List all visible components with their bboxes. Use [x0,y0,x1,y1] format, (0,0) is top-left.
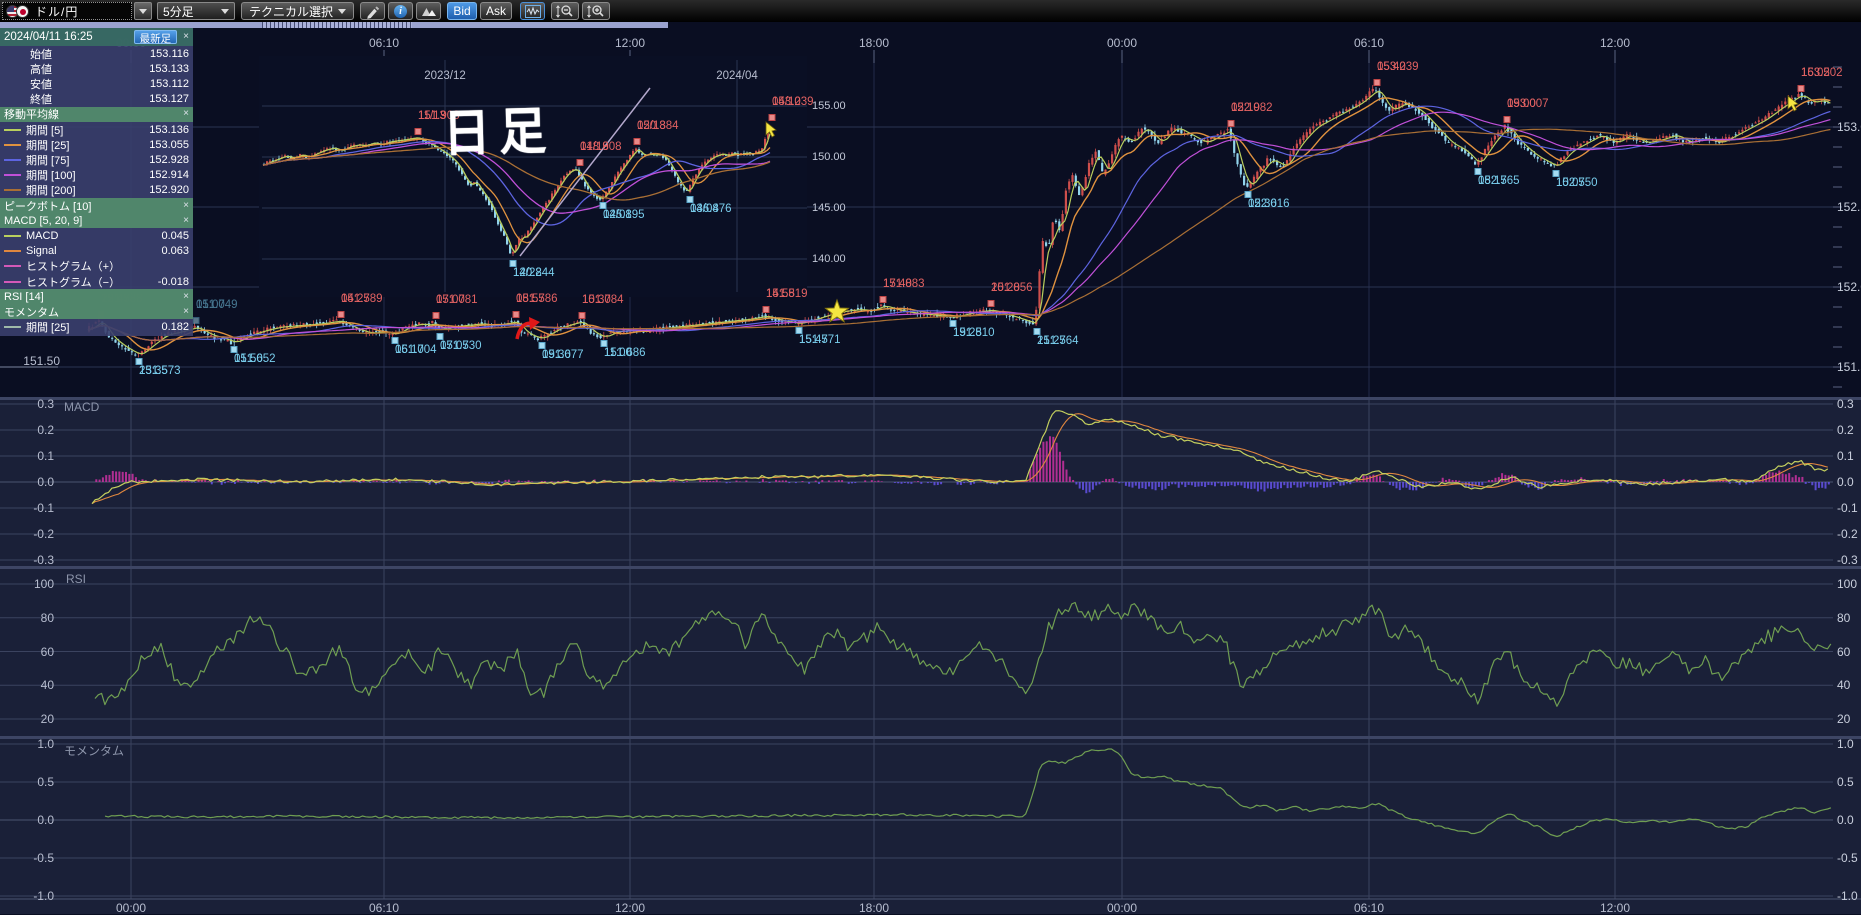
chevron-down-icon [221,9,229,14]
info-button[interactable]: i [388,2,413,20]
timeframe-selector[interactable]: 5分足 [157,2,235,20]
indicator-value: 153.055 [149,139,189,151]
line-color-swatch [4,159,21,161]
indicator-label: 期間 [100] [26,167,149,183]
technical-select-button[interactable]: テクニカル選択 [241,2,354,20]
indicator-value-row: Signal0.063 [0,244,193,259]
indicator-value-row: MACD0.045 [0,228,193,243]
indicator-label: 期間 [25] [26,137,149,153]
indicator-info-panel: 2024/04/11 16:25 最新足 × 始値153.116高値153.13… [0,28,193,336]
indicator-value-row: ヒストグラム（+） [0,259,193,274]
pair-dropdown-button[interactable] [134,2,152,20]
close-icon[interactable]: × [183,109,189,119]
chevron-down-icon [139,9,147,14]
info-icon: i [394,5,407,18]
indicator-label: 移動平均線 [4,106,177,122]
indicator-value: 0.045 [161,230,189,242]
indicator-value-row: 高値153.133 [0,61,193,76]
indicator-label: 安値 [4,76,150,92]
close-icon[interactable]: × [183,216,189,226]
indicator-value: 153.116 [150,48,189,60]
line-color-swatch [4,281,21,283]
indicator-section-header: ピークボトム [10] × [0,198,193,213]
indicator-label: 高値 [4,61,149,77]
indicator-value-row: 終値153.127 [0,92,193,107]
indicator-label: 期間 [25] [26,319,161,335]
line-color-swatch [4,174,21,176]
indicator-label: MACD [26,230,161,242]
indicator-section-header: MACD [5, 20, 9] × [0,213,193,228]
indicator-value-row: 始値153.116 [0,46,193,61]
zoom-in-icon [586,4,606,19]
line-color-swatch [4,326,21,328]
zoom-out-button[interactable] [551,2,579,20]
indicator-label: ピークボトム [10] [4,198,177,214]
oscillator-window-button[interactable] [520,2,545,20]
info-panel-header: 2024/04/11 16:25 最新足 × [0,28,193,46]
draw-tool-button[interactable] [360,2,385,20]
indicator-value-row: 期間 [200]152.920 [0,183,193,198]
indicator-label: MACD [5, 20, 9] [4,215,177,227]
indicator-label: Signal [26,245,161,257]
indicator-value: 152.914 [149,169,189,181]
chart-scrollbar[interactable] [0,22,668,28]
latest-candle-button[interactable]: 最新足 [134,30,178,44]
line-color-swatch [4,235,21,237]
scrollbar-thumb[interactable] [262,22,412,28]
toolbar: ドル/円 5分足 テクニカル選択 i Bid Ask [0,0,1861,22]
indicator-value-row: 期間 [25]153.055 [0,137,193,152]
indicator-value-row: 安値153.112 [0,76,193,91]
indicator-value-row: 期間 [25]0.182 [0,320,193,335]
datetime-label: 2024/04/11 16:25 [4,31,126,43]
line-color-swatch [4,189,21,191]
zoom-out-icon [555,4,575,19]
close-icon[interactable]: × [183,32,189,42]
indicator-value-row: 期間 [100]152.914 [0,168,193,183]
chart-type-button[interactable] [416,2,441,20]
indicator-label: ヒストグラム（−） [26,274,158,290]
chart-canvas [0,0,1861,914]
indicator-section-header: 移動平均線 × [0,107,193,122]
zoom-in-button[interactable] [582,2,610,20]
line-color-swatch [4,129,21,131]
currency-pair-selector[interactable]: ドル/円 [2,2,132,20]
indicator-value: 153.133 [149,63,189,75]
line-color-swatch [4,144,21,146]
indicator-label: ヒストグラム（+） [26,258,189,274]
indicator-label: 期間 [200] [26,182,149,198]
close-icon[interactable]: × [183,201,189,211]
indicator-label: 期間 [75] [26,152,149,168]
indicator-value: -0.018 [158,276,189,288]
indicator-value: 153.136 [149,124,189,136]
indicator-value: 152.928 [149,154,189,166]
mountain-icon [421,4,437,18]
indicator-label: 始値 [4,46,150,62]
pencil-icon [365,4,380,19]
ask-button[interactable]: Ask [480,2,512,20]
indicator-label: RSI [14] [4,291,177,303]
line-color-swatch [4,250,21,252]
currency-pair-label: ドル/円 [35,3,78,20]
indicator-label: 終値 [4,91,149,107]
indicator-value: 153.112 [150,78,189,90]
indicator-value-row: ヒストグラム（−）-0.018 [0,274,193,289]
close-icon[interactable]: × [183,307,189,317]
close-icon[interactable]: × [183,292,189,302]
indicator-section-header: RSI [14] × [0,289,193,304]
bid-button[interactable]: Bid [447,2,477,20]
indicator-value: 152.920 [149,184,189,196]
indicator-value: 0.063 [161,245,189,257]
line-color-swatch [4,265,21,267]
indicator-section-header: モメンタム × [0,304,193,319]
indicator-label: 期間 [5] [26,122,149,138]
indicator-label: モメンタム [4,304,177,320]
japan-flag-icon [16,5,29,18]
indicator-value: 153.127 [149,93,189,105]
indicator-value: 0.182 [161,321,189,333]
timeframe-label: 5分足 [163,3,194,20]
indicator-value-row: 期間 [75]152.928 [0,152,193,167]
waveform-icon [525,5,541,18]
chevron-down-icon [338,9,346,14]
indicator-value-row: 期間 [5]153.136 [0,122,193,137]
